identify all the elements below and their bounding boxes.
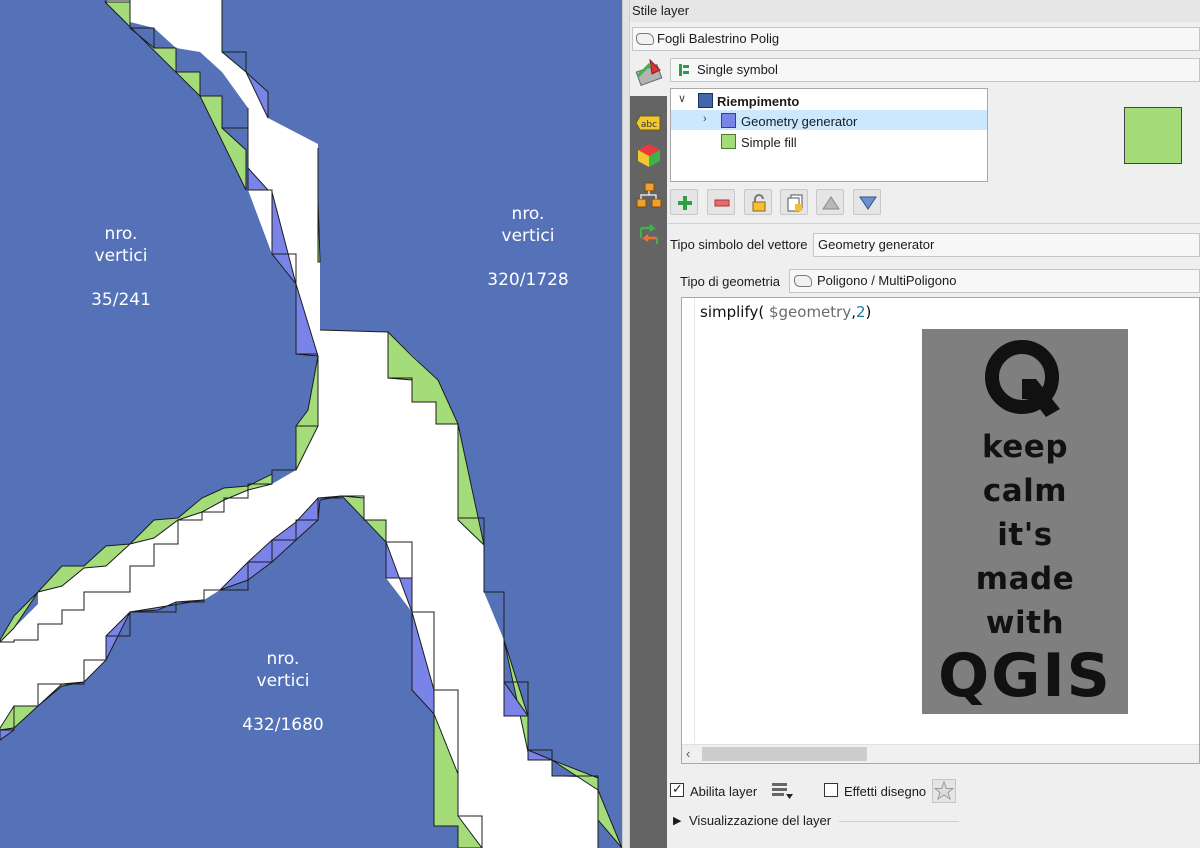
label-count: 35/241 [91, 290, 151, 310]
panel-splitter[interactable] [622, 0, 630, 848]
renderer-select[interactable]: Single symbol [670, 58, 1200, 82]
remove-symbol-layer-button[interactable] [707, 189, 735, 215]
diagrams-tab-icon[interactable] [636, 182, 662, 208]
tree-label-root: Riempimento [717, 94, 800, 109]
effects-star-button[interactable] [932, 779, 956, 803]
logo-line: calm [982, 473, 1068, 509]
section-divider [668, 223, 1200, 224]
tree-item-generator[interactable]: › Geometry generator [671, 110, 987, 130]
add-symbol-layer-button[interactable] [670, 189, 698, 215]
scroll-thumb[interactable] [702, 747, 867, 761]
expr-func: simplify( [700, 303, 769, 321]
duplicate-layer-button[interactable] [780, 189, 808, 215]
vertex-count-label: nro. vertici 35/241 [91, 223, 151, 311]
tree-label-simple-fill: Simple fill [741, 135, 797, 150]
layer-select[interactable]: Fogli Balestrino Polig [632, 27, 1200, 51]
logo-line: with [985, 605, 1065, 641]
keep-calm-text: keep calm it's made with [922, 425, 1128, 645]
visualization-section-header[interactable]: ▶ Visualizzazione del layer [673, 812, 1200, 830]
horizontal-scrollbar[interactable]: ‹ [682, 744, 1199, 763]
geometry-type-value: Poligono / MultiPoligono [817, 273, 957, 288]
3d-view-tab-icon[interactable] [636, 142, 662, 168]
labels-tab-icon[interactable]: abc [636, 110, 662, 136]
geometry-type-select[interactable]: Poligono / MultiPoligono [789, 269, 1200, 293]
polygon-icon [794, 275, 812, 287]
logo-line: keep [981, 429, 1069, 465]
symbol-type-label: Tipo simbolo del vettore [670, 237, 808, 252]
map-canvas[interactable]: nro. vertici 35/241 nro. vertici 320/172… [0, 0, 622, 848]
simple-fill-swatch [721, 134, 736, 149]
label-count: 320/1728 [487, 270, 569, 290]
lock-icon [752, 194, 766, 212]
label-line2: vertici [256, 671, 310, 691]
keep-calm-qgis-image: keep calm it's made with QGIS [922, 329, 1128, 714]
single-symbol-icon [679, 64, 689, 76]
panel-title: Stile layer [630, 0, 1200, 22]
style-tab-strip: abc [630, 96, 667, 848]
lock-layer-button[interactable] [744, 189, 772, 215]
data-defined-override-icon[interactable] [770, 780, 794, 803]
label-line1: nro. [104, 224, 138, 244]
layer-style-panel: Stile layer Fogli Balestrino Polig abc S… [630, 0, 1200, 848]
scroll-left-icon[interactable]: ‹ [686, 746, 690, 761]
minus-icon [714, 199, 730, 207]
bottom-toolbar [670, 840, 1200, 848]
expr-var: $geometry [768, 303, 852, 321]
vertex-count-label: nro. vertici 320/1728 [487, 203, 568, 291]
symbol-type-value: Geometry generator [818, 237, 935, 252]
star-icon [933, 780, 955, 801]
chevron-down-icon[interactable]: ∨ [678, 92, 686, 105]
qgis-brand-text: QGIS [938, 641, 1112, 711]
tree-item-root[interactable]: ∨ Riempimento [671, 90, 987, 110]
move-down-button[interactable] [853, 189, 881, 215]
chevron-right-icon[interactable]: › [703, 113, 707, 125]
qgis-logo-icon [985, 340, 1060, 417]
visualization-label: Visualizzazione del layer [689, 813, 832, 828]
logo-line: made [975, 561, 1075, 597]
enable-layer-label: Abilita layer [690, 784, 758, 799]
label-count: 432/1680 [242, 715, 324, 735]
tree-item-simple-fill[interactable]: Simple fill [671, 131, 987, 151]
expression-editor[interactable]: simplify( $geometry,2) keep calm it's ma… [681, 297, 1200, 764]
label-line2: vertici [94, 246, 148, 266]
svg-text:abc: abc [641, 120, 657, 130]
renderer-value: Single symbol [697, 62, 778, 77]
duplicate-icon [787, 194, 803, 212]
section-rule [839, 821, 959, 822]
draw-effects-checkbox[interactable] [824, 783, 838, 797]
enable-layer-checkbox[interactable]: ✓ [670, 781, 684, 797]
checkmark-icon: ✓ [672, 781, 683, 796]
label-line2: vertici [501, 226, 555, 246]
editor-margin [694, 298, 695, 743]
fill-swatch [698, 93, 713, 108]
expand-arrow-icon[interactable]: ▶ [673, 814, 681, 827]
plus-icon [678, 196, 692, 210]
history-tab-icon[interactable] [636, 222, 662, 248]
layer-name: Fogli Balestrino Polig [657, 31, 780, 46]
symbology-tab-icon[interactable] [632, 58, 668, 96]
symbol-preview [1124, 107, 1182, 164]
logo-line: it's [997, 517, 1053, 553]
expr-close: ) [865, 303, 872, 321]
symbol-layer-tree[interactable]: ∨ Riempimento › Geometry generator Simpl… [670, 88, 988, 182]
symbol-type-select[interactable]: Geometry generator [813, 233, 1200, 257]
polygon-layer-icon [636, 33, 654, 45]
geometry-type-label: Tipo di geometria [680, 274, 780, 289]
move-up-button[interactable] [816, 189, 844, 215]
arrow-up-icon [822, 196, 840, 210]
tree-label-generator: Geometry generator [741, 114, 858, 129]
draw-effects-label: Effetti disegno [844, 784, 927, 799]
label-line1: nro. [511, 204, 545, 224]
sliver [597, 789, 622, 848]
label-line1: nro. [266, 649, 300, 669]
expr-num: 2 [856, 303, 866, 321]
sliver [527, 749, 553, 761]
expression-text[interactable]: simplify( $geometry,2) [700, 303, 871, 321]
arrow-down-icon [859, 196, 877, 210]
vertex-count-label: nro. vertici 432/1680 [242, 648, 323, 736]
generator-swatch [721, 113, 736, 128]
sliver [317, 148, 321, 263]
